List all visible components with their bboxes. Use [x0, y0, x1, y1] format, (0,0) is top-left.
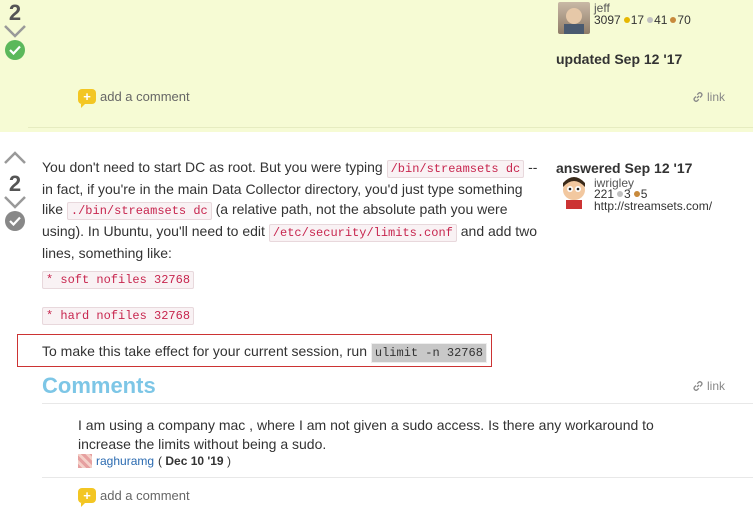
user-stats: 3097 17 41 70 — [594, 13, 691, 27]
accept-check-icon[interactable] — [5, 211, 25, 231]
accepted-answer: 2 jeff 3097 17 41 70 updated Sep 12 '17 + a… — [0, 0, 753, 132]
session-label: To make this take effect for your curren… — [42, 343, 371, 359]
code-block: * soft nofiles 32768 — [42, 270, 195, 289]
user-website[interactable]: http://streamsets.com/ — [594, 199, 712, 213]
comment-date: Dec 10 '19 — [165, 454, 224, 468]
divider — [42, 477, 753, 478]
add-comment-icon: + — [78, 89, 96, 108]
silver-count: 41 — [654, 13, 668, 27]
link-label: link — [707, 379, 726, 393]
vote-count: 2 — [8, 0, 22, 25]
gold-badge-icon — [623, 17, 630, 24]
answer-body: You don't need to start DC as root. But … — [42, 157, 547, 263]
permalink[interactable]: link — [692, 379, 725, 393]
code-line: * soft nofiles 32768 — [42, 271, 195, 289]
commenter-name[interactable]: raghuramg — [96, 454, 154, 468]
code-snippet: ./bin/streamsets dc — [66, 202, 212, 220]
add-comment-button[interactable]: + add a comment — [78, 89, 190, 108]
answered-timestamp: answered Sep 12 '17 — [556, 160, 693, 176]
bronze-count: 70 — [677, 13, 691, 27]
comment-text: I am using a company mac , where I am no… — [78, 417, 654, 452]
divider — [42, 403, 753, 404]
bronze-badge-icon — [670, 17, 677, 24]
add-comment-label: add a comment — [100, 488, 190, 503]
vote-down-icon[interactable] — [3, 195, 27, 209]
link-icon — [693, 381, 703, 391]
avatar[interactable] — [558, 2, 590, 34]
vote-count: 2 — [8, 171, 22, 196]
vote-panel: 2 — [0, 2, 30, 60]
accepted-check-icon[interactable] — [5, 40, 25, 60]
comments-title: Comments — [42, 373, 156, 398]
link-label: link — [707, 90, 726, 104]
add-comment-label: add a comment — [100, 89, 190, 104]
code-snippet: /bin/streamsets dc — [386, 160, 525, 178]
code-block: * hard nofiles 32768 — [42, 306, 195, 325]
reputation: 3097 — [594, 13, 621, 27]
comment-meta: raghuramg ( Dec 10 '19 ) — [78, 454, 231, 468]
comment-date-wrap: ( Dec 10 '19 ) — [158, 454, 231, 468]
code-line: * hard nofiles 32768 — [42, 307, 195, 325]
add-comment-button[interactable]: + add a comment — [78, 488, 190, 507]
permalink[interactable]: link — [692, 90, 725, 104]
code-snippet: /etc/security/limits.conf — [268, 224, 457, 242]
vote-down-icon[interactable] — [3, 24, 27, 38]
silver-badge-icon — [617, 191, 624, 198]
gold-count: 17 — [630, 13, 645, 27]
answer-text: You don't need to start DC as root. But … — [42, 159, 387, 175]
session-instruction: To make this take effect for your curren… — [42, 343, 487, 363]
updated-timestamp: updated Sep 12 '17 — [556, 51, 683, 67]
commenter-avatar[interactable] — [78, 454, 92, 468]
avatar[interactable] — [558, 177, 590, 209]
bronze-badge-icon — [633, 191, 640, 198]
add-comment-icon: + — [78, 488, 96, 507]
link-icon — [693, 92, 703, 102]
vote-panel: 2 — [0, 151, 30, 231]
vote-up-icon[interactable] — [3, 151, 27, 165]
session-command: ulimit -n 32768 — [370, 343, 487, 363]
divider — [28, 127, 753, 128]
silver-badge-icon — [647, 17, 654, 24]
